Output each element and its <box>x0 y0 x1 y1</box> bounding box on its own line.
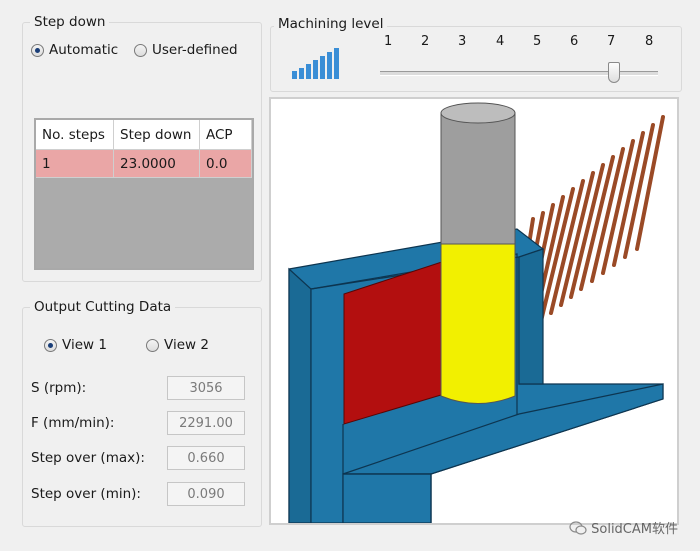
col-header-step-down: Step down <box>114 120 200 150</box>
output-cutting-data-title: Output Cutting Data <box>30 299 176 315</box>
machining-preview-image <box>288 102 665 523</box>
cell-no-steps[interactable]: 1 <box>36 150 114 178</box>
step-over-max-field[interactable]: 0.660 <box>167 446 245 470</box>
view2-radio[interactable]: View 2 <box>146 337 209 353</box>
tick-8: 8 <box>645 34 654 49</box>
tick-1: 1 <box>384 34 393 49</box>
automatic-label: Automatic <box>49 42 119 58</box>
col-header-acp: ACP <box>200 120 252 150</box>
col-header-no-steps: No. steps <box>36 120 114 150</box>
tick-6: 6 <box>570 34 579 49</box>
view1-radio[interactable]: View 1 <box>44 337 107 353</box>
s-rpm-field[interactable]: 3056 <box>167 376 245 400</box>
table-row[interactable]: 1 23.0000 0.0 <box>36 150 252 178</box>
view2-radio-dot[interactable] <box>146 338 159 352</box>
tick-7: 7 <box>607 34 616 49</box>
tick-5: 5 <box>533 34 542 49</box>
step-over-max-label: Step over (max): <box>31 450 145 466</box>
cell-step-down[interactable]: 23.0000 <box>114 150 200 178</box>
automatic-radio[interactable]: Automatic <box>31 42 118 58</box>
cell-acp[interactable]: 0.0 <box>200 150 252 178</box>
f-feed-field[interactable]: 2291.00 <box>167 411 245 435</box>
cutting-tool <box>440 102 516 404</box>
view1-label: View 1 <box>62 337 107 353</box>
user-defined-radio[interactable]: User-defined <box>134 42 238 58</box>
machining-level-slider-thumb[interactable] <box>608 62 620 83</box>
step-over-min-field[interactable]: 0.090 <box>167 482 245 506</box>
signal-bars-icon <box>292 48 339 79</box>
view1-radio-dot[interactable] <box>44 338 57 352</box>
tick-4: 4 <box>496 34 505 49</box>
f-feed-label: F (mm/min): <box>31 415 115 431</box>
machining-preview-viewport[interactable] <box>269 97 679 525</box>
automatic-radio-dot[interactable] <box>31 43 44 57</box>
watermark: SolidCAM软件 <box>569 518 678 537</box>
wechat-icon <box>569 520 587 535</box>
step-down-table: No. steps Step down ACP 1 23.0000 0.0 <box>34 118 254 270</box>
watermark-text: SolidCAM软件 <box>591 522 678 537</box>
step-down-title: Step down <box>30 14 110 30</box>
tick-3: 3 <box>458 34 467 49</box>
machining-level-title: Machining level <box>274 16 388 32</box>
user-defined-radio-dot[interactable] <box>134 43 147 57</box>
view2-label: View 2 <box>164 337 209 353</box>
table-header: No. steps Step down ACP <box>36 120 252 150</box>
tick-2: 2 <box>421 34 430 49</box>
s-rpm-label: S (rpm): <box>31 380 87 396</box>
step-over-min-label: Step over (min): <box>31 486 141 502</box>
user-defined-label: User-defined <box>152 42 238 58</box>
